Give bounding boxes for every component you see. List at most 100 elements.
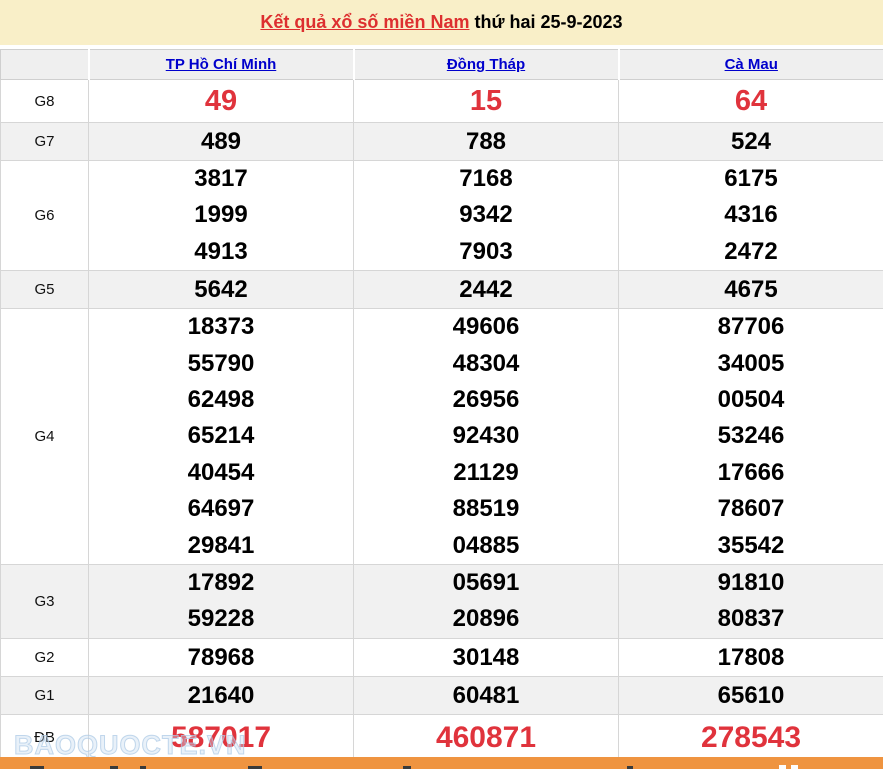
prize-number: 35542	[619, 528, 883, 564]
cell-g4-hcm: 18373 55790 62498 65214 40454 64697 2984…	[89, 309, 354, 565]
cell-g3-cm: 91810 80837	[619, 564, 883, 638]
prize-number: 3817	[89, 161, 353, 197]
prize-number: 65610	[619, 677, 883, 714]
page-title: Kết quả xổ số miền Nam thứ hai 25-9-2023	[0, 0, 883, 45]
column-header-camau: Cà Mau	[619, 50, 883, 80]
prize-number: 524	[619, 123, 883, 160]
prize-row-g4: G4 18373 55790 62498 65214 40454 64697 2…	[1, 309, 883, 565]
column-header-dongthap: Đồng Tháp	[354, 50, 619, 80]
cell-g7-dt: 788	[354, 123, 619, 161]
cell-g5-dt: 2442	[354, 271, 619, 309]
corner-cell	[1, 50, 89, 80]
prize-label: G5	[1, 271, 89, 309]
prize-number: 55790	[89, 346, 353, 382]
prize-number: 489	[89, 123, 353, 160]
prize-row-g7: G7 489 788 524	[1, 123, 883, 161]
cell-g4-dt: 49606 48304 26956 92430 21129 88519 0488…	[354, 309, 619, 565]
bottom-orange-bar	[0, 757, 883, 769]
prize-row-g3: G3 17892 59228 05691 20896 91810 80837	[1, 564, 883, 638]
cell-g6-dt: 7168 9342 7903	[354, 161, 619, 271]
prize-number: 59228	[89, 601, 353, 637]
prize-number: 460871	[354, 715, 618, 761]
cell-db-dt: 460871	[354, 714, 619, 761]
prize-number: 65214	[89, 418, 353, 454]
prize-label: G1	[1, 676, 89, 714]
cell-db-hcm: 587017	[89, 714, 354, 761]
prize-row-g2: G2 78968 30148 17808	[1, 638, 883, 676]
prize-number: 9342	[354, 197, 618, 233]
prize-number: 2472	[619, 234, 883, 270]
cell-g2-hcm: 78968	[89, 638, 354, 676]
province-link-hcm[interactable]: TP Hồ Chí Minh	[166, 56, 277, 73]
column-header-row: TP Hồ Chí Minh Đồng Tháp Cà Mau	[1, 50, 883, 80]
prize-number: 49606	[354, 309, 618, 345]
prize-number: 4675	[619, 271, 883, 308]
cell-g8-dt: 15	[354, 80, 619, 123]
cell-g5-cm: 4675	[619, 271, 883, 309]
title-link[interactable]: Kết quả xổ số miền Nam	[260, 12, 469, 32]
prize-row-g6: G6 3817 1999 4913 7168 9342 7903 6175 43…	[1, 161, 883, 271]
prize-number: 78607	[619, 491, 883, 527]
cell-g8-cm: 64	[619, 80, 883, 123]
prize-label: G8	[1, 80, 89, 123]
prize-number: 80837	[619, 601, 883, 637]
prize-label: G7	[1, 123, 89, 161]
prize-number: 17892	[89, 565, 353, 601]
prize-number: 29841	[89, 528, 353, 564]
cell-g2-cm: 17808	[619, 638, 883, 676]
prize-label: ĐB	[1, 714, 89, 761]
prize-row-g5: G5 5642 2442 4675	[1, 271, 883, 309]
prize-number: 26956	[354, 382, 618, 418]
prize-number: 64697	[89, 491, 353, 527]
cell-g5-hcm: 5642	[89, 271, 354, 309]
prize-number: 15	[354, 80, 618, 122]
prize-number: 7168	[354, 161, 618, 197]
cell-g3-dt: 05691 20896	[354, 564, 619, 638]
cell-g7-hcm: 489	[89, 123, 354, 161]
prize-number: 17666	[619, 455, 883, 491]
cell-g1-hcm: 21640	[89, 676, 354, 714]
prize-label: G4	[1, 309, 89, 565]
prize-number: 00504	[619, 382, 883, 418]
province-link-dongthap[interactable]: Đồng Tháp	[447, 56, 525, 73]
prize-number: 87706	[619, 309, 883, 345]
cell-db-cm: 278543	[619, 714, 883, 761]
cell-g8-hcm: 49	[89, 80, 354, 123]
prize-number: 60481	[354, 677, 618, 714]
prize-number: 49	[89, 80, 353, 122]
prize-number: 20896	[354, 601, 618, 637]
cell-g2-dt: 30148	[354, 638, 619, 676]
prize-number: 04885	[354, 528, 618, 564]
prize-number: 21129	[354, 455, 618, 491]
prize-number: 34005	[619, 346, 883, 382]
cell-g1-dt: 60481	[354, 676, 619, 714]
prize-number: 40454	[89, 455, 353, 491]
cell-g4-cm: 87706 34005 00504 53246 17666 78607 3554…	[619, 309, 883, 565]
prize-number: 78968	[89, 639, 353, 676]
prize-row-db: ĐB 587017 460871 278543	[1, 714, 883, 761]
prize-label: G6	[1, 161, 89, 271]
prize-number: 30148	[354, 639, 618, 676]
province-link-camau[interactable]: Cà Mau	[725, 56, 778, 73]
cell-g1-cm: 65610	[619, 676, 883, 714]
prize-number: 05691	[354, 565, 618, 601]
prize-number: 788	[354, 123, 618, 160]
cell-g6-hcm: 3817 1999 4913	[89, 161, 354, 271]
cell-g7-cm: 524	[619, 123, 883, 161]
title-date: thứ hai 25-9-2023	[469, 12, 622, 32]
prize-number: 88519	[354, 491, 618, 527]
prize-number: 92430	[354, 418, 618, 454]
prize-number: 48304	[354, 346, 618, 382]
prize-number: 91810	[619, 565, 883, 601]
prize-row-g8: G8 49 15 64	[1, 80, 883, 123]
prize-number: 5642	[89, 271, 353, 308]
cell-g6-cm: 6175 4316 2472	[619, 161, 883, 271]
prize-number: 278543	[619, 715, 883, 761]
prize-number: 7903	[354, 234, 618, 270]
prize-number: 2442	[354, 271, 618, 308]
cell-g3-hcm: 17892 59228	[89, 564, 354, 638]
cutoff-glyph-fragment	[779, 765, 786, 769]
prize-number: 64	[619, 80, 883, 122]
cutoff-glyph-fragment	[791, 765, 798, 769]
prize-number: 17808	[619, 639, 883, 676]
